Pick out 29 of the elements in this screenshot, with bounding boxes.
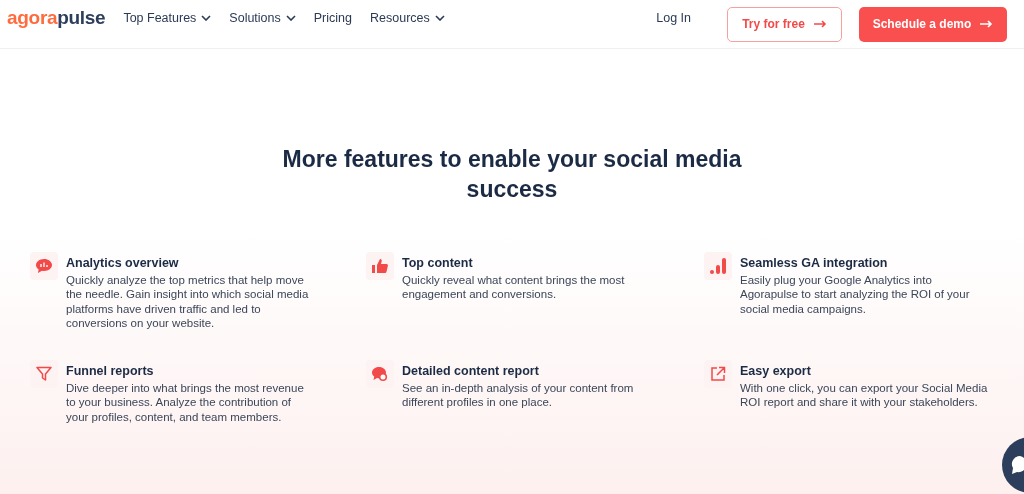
chat-bubble-icon bbox=[366, 360, 394, 389]
feature-description: Easily plug your Google Analytics into Agorapulse to start analyzing the ROI of your social media campaigns. bbox=[740, 273, 971, 316]
arrow-right-icon bbox=[813, 20, 827, 28]
nav-link[interactable]: Pricing bbox=[313, 11, 352, 25]
feature-title: Top content bbox=[402, 256, 474, 270]
arrow-right-icon bbox=[980, 20, 994, 28]
chat-icon bbox=[1010, 454, 1024, 476]
thumbs-up-icon bbox=[366, 252, 394, 280]
nav-link[interactable]: Solutions bbox=[229, 11, 296, 25]
feature-description: Quickly reveal what content brings the most engagement and conversions. bbox=[402, 273, 626, 302]
external-link-icon bbox=[704, 360, 732, 389]
feature-description: See an in-depth analysis of your content from different profiles in one place. bbox=[402, 381, 635, 410]
logo[interactable]: agorapulse bbox=[7, 7, 106, 29]
funnel-icon bbox=[30, 360, 58, 389]
feature-title: Analytics overview bbox=[66, 256, 180, 270]
section-heading: More features to enable your social media success bbox=[281, 145, 743, 204]
feature-description: Quickly analyze the top metrics that help move the needle. Gain insight into which social media platforms have driven traffic and led to conversions on your website. bbox=[66, 273, 310, 331]
feature-title: Easy export bbox=[740, 364, 812, 379]
feature-description: With one click, you can export your Social Media ROI report and share it with your stakeholders. bbox=[740, 381, 988, 410]
login-link[interactable]: Log In bbox=[656, 11, 691, 25]
feature-title: Detailed content report bbox=[402, 364, 540, 379]
chat-chart-icon bbox=[30, 252, 58, 280]
feature-title: Seamless GA integration bbox=[740, 256, 889, 270]
nav-link[interactable]: Resources bbox=[370, 11, 445, 25]
bar-chart-icon bbox=[704, 252, 732, 280]
nav-link[interactable]: Top Features bbox=[123, 11, 212, 25]
feature-title: Funnel reports bbox=[66, 364, 155, 379]
feature-description: Dive deeper into what brings the most revenue to your business. Analyze the contribution of your profiles, content, and team members. bbox=[66, 381, 305, 425]
try-free-button[interactable]: Try for free bbox=[727, 6, 842, 42]
